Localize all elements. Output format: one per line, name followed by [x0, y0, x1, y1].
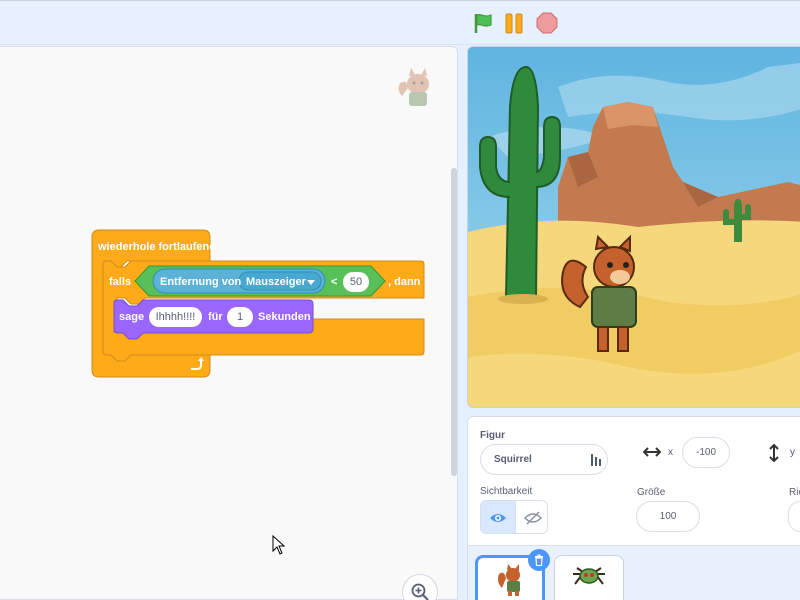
code-scrollbar[interactable]: [451, 168, 457, 476]
say-label: sage: [119, 311, 145, 323]
size-value: 100: [659, 511, 677, 522]
stop-icon[interactable]: [536, 12, 558, 34]
desert-backdrop: [468, 47, 800, 407]
sprite-thumb-spider[interactable]: [554, 555, 624, 600]
forever-label: wiederhole fortlaufend: [98, 241, 216, 253]
zoom-in-icon: [411, 583, 429, 600]
top-bar: [0, 0, 800, 45]
spider-thumb-icon: [573, 567, 605, 585]
seconds-label: Sekunden: [258, 311, 311, 323]
say-text-input[interactable]: Ihhhh!!!!: [149, 307, 202, 327]
trash-icon: [535, 554, 543, 566]
compare-value-input[interactable]: 50: [343, 272, 369, 292]
eye-icon: [490, 514, 506, 522]
y-arrows-icon: [769, 444, 779, 462]
less-than-label: <: [331, 276, 338, 288]
sprite-edit-icon[interactable]: [590, 453, 602, 467]
mouse-cursor-icon: [272, 535, 286, 555]
for-label: für: [208, 311, 223, 323]
green-flag-icon[interactable]: [472, 12, 494, 34]
sprite-ghost-icon: [398, 68, 429, 106]
sprite-name-input[interactable]: Squirrel: [480, 444, 608, 475]
visibility-toggle: [480, 500, 548, 534]
then-label: , dann: [388, 276, 421, 288]
show-button[interactable]: [481, 501, 515, 533]
pause-icon[interactable]: [503, 12, 525, 34]
distance-label: Entfernung von: [160, 276, 242, 288]
x-position-input[interactable]: -100: [682, 437, 730, 468]
top-divider: [0, 0, 800, 1]
size-input[interactable]: 100: [636, 501, 700, 532]
eye-crossed-icon: [523, 511, 542, 525]
x-label: x: [668, 447, 673, 458]
squirrel-thumb-icon: [498, 564, 520, 596]
x-position-value: -100: [695, 447, 716, 458]
hide-button[interactable]: [515, 501, 547, 533]
sprite-label: Figur: [480, 430, 505, 441]
if-label: falls: [109, 276, 132, 288]
size-label: Größe: [637, 487, 666, 498]
visibility-label: Sichtbarkeit: [480, 486, 533, 497]
y-label: y: [790, 447, 795, 458]
sprite-name-value: Squirrel: [494, 454, 532, 465]
seconds-input[interactable]: 1: [227, 307, 253, 327]
delete-sprite-button[interactable]: [528, 549, 550, 571]
direction-label: Ric: [789, 487, 800, 498]
distance-target-dropdown[interactable]: Mauszeiger: [246, 276, 306, 288]
x-arrows-icon: [643, 447, 661, 457]
stage[interactable]: [467, 46, 800, 408]
direction-input[interactable]: [788, 501, 800, 532]
